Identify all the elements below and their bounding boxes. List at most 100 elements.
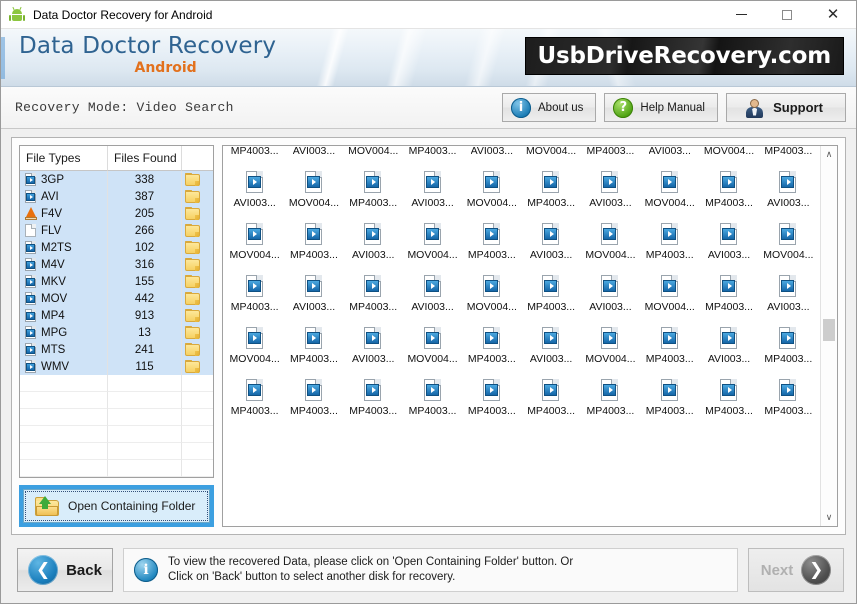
file-grid-item[interactable]: MOV004...: [344, 146, 403, 165]
back-button[interactable]: ❮ Back: [17, 548, 113, 592]
file-grid-item[interactable]: MP4003...: [521, 373, 580, 425]
cell-folder[interactable]: [182, 358, 202, 375]
file-grid-item[interactable]: MP4003...: [640, 321, 699, 373]
file-types-table[interactable]: File Types Files Found 3GP 338 AVI 387 F4V 20…: [19, 145, 214, 478]
file-grid-item[interactable]: AVI003...: [521, 217, 580, 269]
file-grid-item[interactable]: AVI003...: [581, 269, 640, 321]
file-grid-item[interactable]: MP4003...: [462, 373, 521, 425]
file-grid-item[interactable]: MP4003...: [581, 373, 640, 425]
file-grid-item[interactable]: MP4003...: [225, 269, 284, 321]
file-grid-item[interactable]: MP4003...: [462, 217, 521, 269]
help-manual-button[interactable]: ? Help Manual: [604, 93, 718, 122]
cell-folder[interactable]: [182, 273, 202, 290]
file-grid-item[interactable]: MOV004...: [284, 165, 343, 217]
scroll-down-button[interactable]: ∨: [821, 509, 837, 526]
file-grid-item[interactable]: MOV004...: [225, 217, 284, 269]
table-row[interactable]: MPG 13: [20, 324, 213, 341]
cell-folder[interactable]: [182, 256, 202, 273]
cell-folder[interactable]: [182, 188, 202, 205]
file-grid-item[interactable]: AVI003...: [344, 217, 403, 269]
file-grid-item[interactable]: AVI003...: [462, 146, 521, 165]
cell-folder[interactable]: [182, 222, 202, 239]
table-row[interactable]: M2TS 102: [20, 239, 213, 256]
grid-vertical-scrollbar[interactable]: ∧ ∨: [820, 146, 837, 526]
support-button[interactable]: Support: [726, 93, 846, 122]
file-grid-item[interactable]: MP4003...: [699, 373, 758, 425]
file-grid-item[interactable]: AVI003...: [403, 165, 462, 217]
file-grid-item[interactable]: AVI003...: [225, 165, 284, 217]
file-grid-item[interactable]: MOV004...: [581, 217, 640, 269]
file-grid-item[interactable]: MP4003...: [225, 146, 284, 165]
cell-folder[interactable]: [182, 171, 202, 188]
table-row[interactable]: M4V 316: [20, 256, 213, 273]
file-grid-item[interactable]: MP4003...: [699, 269, 758, 321]
file-grid-item[interactable]: AVI003...: [581, 165, 640, 217]
table-row[interactable]: MKV 155: [20, 273, 213, 290]
minimize-button[interactable]: [718, 1, 764, 29]
file-grid-item[interactable]: MP4003...: [403, 146, 462, 165]
file-grid-item[interactable]: MP4003...: [581, 146, 640, 165]
file-grid-item[interactable]: MP4003...: [344, 373, 403, 425]
cell-folder[interactable]: [182, 239, 202, 256]
file-grid-item[interactable]: MP4003...: [759, 321, 818, 373]
file-grid-item[interactable]: MP4003...: [284, 373, 343, 425]
cell-folder[interactable]: [182, 341, 202, 358]
maximize-button[interactable]: [764, 1, 810, 29]
file-grid-item[interactable]: MP4003...: [521, 269, 580, 321]
file-grid-item[interactable]: MP4003...: [462, 321, 521, 373]
open-containing-folder-button[interactable]: Open Containing Folder: [23, 489, 210, 523]
cell-spacer: [202, 341, 213, 358]
cell-folder[interactable]: [182, 307, 202, 324]
file-grid-item[interactable]: AVI003...: [759, 165, 818, 217]
file-grid-item[interactable]: MP4003...: [403, 373, 462, 425]
file-grid-item[interactable]: AVI003...: [403, 269, 462, 321]
file-grid-item[interactable]: MOV004...: [640, 269, 699, 321]
file-grid-item[interactable]: AVI003...: [284, 269, 343, 321]
file-grid-item[interactable]: MP4003...: [284, 217, 343, 269]
file-grid-item[interactable]: MOV004...: [225, 321, 284, 373]
file-grid-item[interactable]: MOV004...: [759, 217, 818, 269]
table-row[interactable]: MP4 913: [20, 307, 213, 324]
file-grid-item[interactable]: MP4003...: [284, 321, 343, 373]
table-row[interactable]: MTS 241: [20, 341, 213, 358]
file-grid-item[interactable]: MP4003...: [344, 269, 403, 321]
about-us-button[interactable]: i About us: [502, 93, 597, 122]
table-row[interactable]: AVI 387: [20, 188, 213, 205]
website-logo: UsbDriveRecovery.com: [524, 37, 844, 75]
table-row[interactable]: 3GP 338: [20, 171, 213, 188]
file-grid-item[interactable]: MP4003...: [521, 165, 580, 217]
scroll-up-button[interactable]: ∧: [821, 146, 837, 163]
file-grid-item[interactable]: AVI003...: [640, 146, 699, 165]
file-grid-item[interactable]: AVI003...: [344, 321, 403, 373]
file-grid-item[interactable]: AVI003...: [759, 269, 818, 321]
file-grid-item[interactable]: AVI003...: [699, 217, 758, 269]
file-grid-item[interactable]: MP4003...: [640, 217, 699, 269]
cell-folder[interactable]: [182, 205, 202, 222]
file-grid-item[interactable]: MOV004...: [403, 321, 462, 373]
file-grid-item[interactable]: MOV004...: [403, 217, 462, 269]
file-grid-item[interactable]: MOV004...: [462, 165, 521, 217]
file-grid-item[interactable]: AVI003...: [521, 321, 580, 373]
file-grid-item[interactable]: MP4003...: [344, 165, 403, 217]
file-grid-item[interactable]: MOV004...: [699, 146, 758, 165]
file-grid-item[interactable]: MP4003...: [759, 373, 818, 425]
file-grid-item[interactable]: AVI003...: [284, 146, 343, 165]
table-row[interactable]: F4V 205: [20, 205, 213, 222]
scrollbar-track[interactable]: [821, 163, 837, 509]
file-grid-item[interactable]: AVI003...: [699, 321, 758, 373]
table-row[interactable]: WMV 115: [20, 358, 213, 375]
cell-folder[interactable]: [182, 290, 202, 307]
file-grid-item[interactable]: MOV004...: [462, 269, 521, 321]
cell-folder[interactable]: [182, 324, 202, 341]
file-grid-item[interactable]: MP4003...: [699, 165, 758, 217]
scrollbar-thumb[interactable]: [823, 318, 835, 341]
file-grid-item[interactable]: MP4003...: [640, 373, 699, 425]
file-grid-item[interactable]: MOV004...: [581, 321, 640, 373]
file-grid-item[interactable]: MP4003...: [225, 373, 284, 425]
file-grid-item[interactable]: MOV004...: [521, 146, 580, 165]
close-button[interactable]: ✕: [810, 1, 856, 29]
table-row[interactable]: FLV 266: [20, 222, 213, 239]
table-row[interactable]: MOV 442: [20, 290, 213, 307]
file-grid-item[interactable]: MOV004...: [640, 165, 699, 217]
file-grid-item[interactable]: MP4003...: [759, 146, 818, 165]
